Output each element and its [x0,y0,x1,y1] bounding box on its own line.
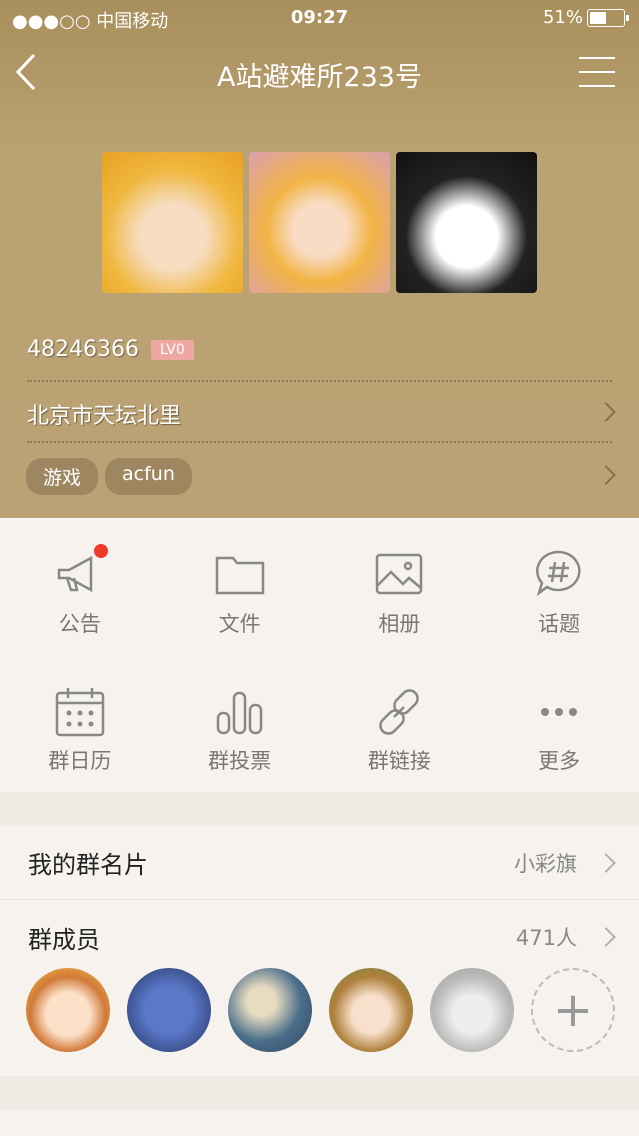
group-photo[interactable] [102,152,243,293]
tag: acfun [105,458,192,495]
feature-link[interactable]: 群链接 [320,655,480,792]
link-icon [379,689,420,735]
feature-label: 相册 [378,612,421,636]
level-badge: LV0 [150,339,194,360]
more-icon [541,708,578,716]
member-avatars: + [0,968,639,1052]
feature-label: 文件 [218,612,261,636]
avatar[interactable] [228,968,312,1052]
page-title: A站避难所233号 [216,62,422,93]
hashtag-icon [536,550,581,597]
bar-chart-icon [216,691,262,735]
chevron-right-icon [596,853,616,873]
feature-label: 更多 [538,749,581,773]
photo-icon [376,553,423,595]
feature-label: 群链接 [367,749,431,773]
add-member-button[interactable]: + [531,968,615,1052]
chevron-right-icon [596,402,616,422]
feature-label: 公告 [58,612,101,636]
feature-vote[interactable]: 群投票 [160,655,320,792]
feature-label: 话题 [538,612,581,636]
group-location[interactable]: 北京市天坛北里 [27,398,181,430]
feature-album[interactable]: 相册 [320,518,480,655]
feature-grid: 公告 文件 相册 话题 群日历 群投票 群链接 更多 [0,518,639,792]
folder-icon [215,556,264,595]
chevron-right-icon [596,465,616,485]
feature-files[interactable]: 文件 [160,518,320,655]
status-bar: ●●●○○ 中国移动 09:27 51% [0,0,639,36]
feature-more[interactable]: 更多 [479,655,639,792]
member-section: 我的群名片 小彩旗 群成员 471人 + [0,826,639,1076]
section-gap [0,792,639,826]
group-id: 48246366 [27,337,139,362]
chevron-right-icon [596,927,616,947]
feature-announcement[interactable]: 公告 [0,518,160,655]
group-tags[interactable]: 游戏 acfun [26,458,192,495]
feature-label: 群投票 [208,749,272,773]
battery-percent: 51% [542,7,583,28]
member-count: 471人 [515,926,577,950]
battery-icon [587,8,629,27]
notification-dot [94,544,108,558]
feature-label: 群日历 [48,749,112,773]
divider [27,441,612,443]
group-photo[interactable] [249,152,390,293]
row-label: 群成员 [28,925,100,954]
group-header: ●●●○○ 中国移动 09:27 51% A站避难所233号 48246366 L… [0,0,639,518]
calendar-icon [55,688,105,737]
row-label: 我的群名片 [28,851,148,879]
avatar[interactable] [127,968,211,1052]
avatar[interactable] [26,968,110,1052]
avatar[interactable] [329,968,413,1052]
divider [27,380,612,382]
members-row[interactable]: 群成员 471人 [0,900,639,974]
menu-icon[interactable] [579,57,615,87]
row-value: 小彩旗 [514,851,577,876]
my-group-card-row[interactable]: 我的群名片 小彩旗 [0,826,639,900]
group-photo[interactable] [396,152,537,293]
section-gap [0,1076,639,1110]
avatar[interactable] [430,968,514,1052]
tag: 游戏 [26,458,99,495]
feature-calendar[interactable]: 群日历 [0,655,160,792]
group-photos [102,152,537,293]
feature-topics[interactable]: 话题 [479,518,639,655]
